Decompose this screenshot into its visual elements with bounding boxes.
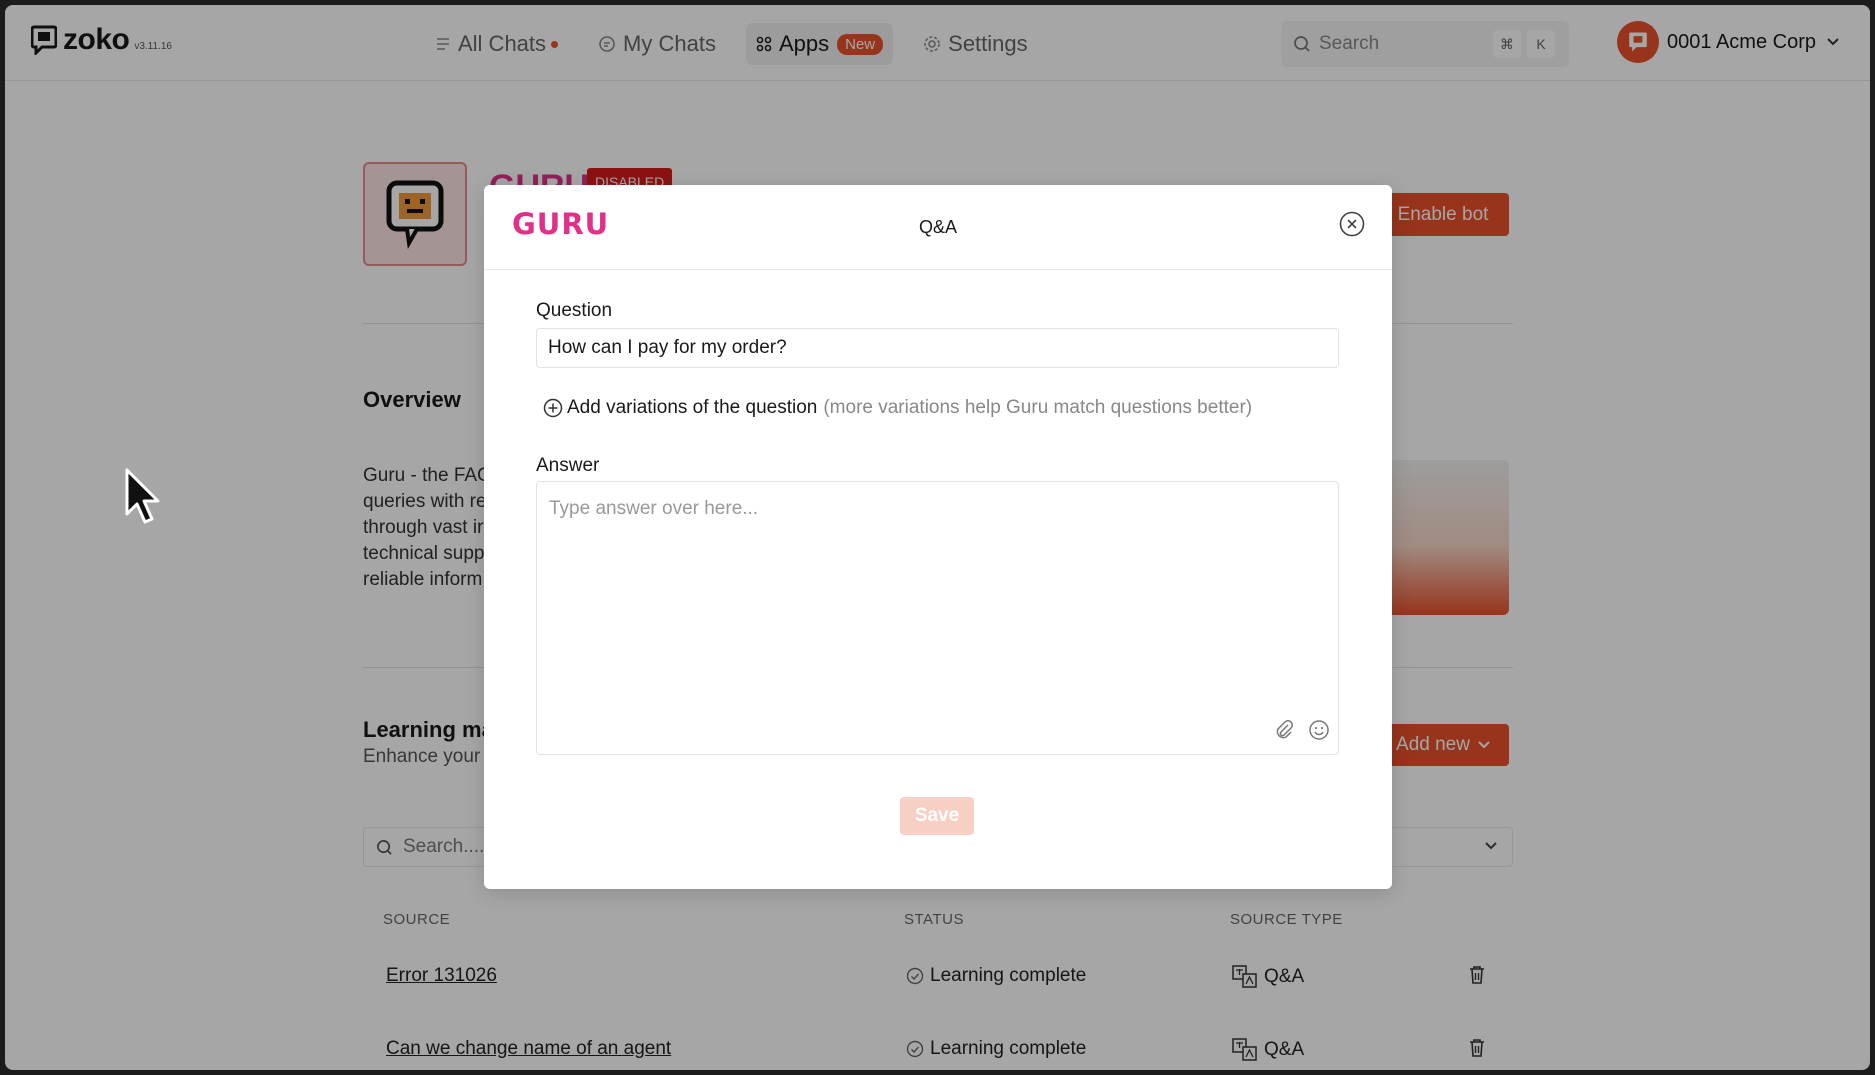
plus-circle-icon [543, 398, 563, 418]
answer-label: Answer [536, 455, 600, 476]
add-variations-button[interactable]: Add variations of the question (more var… [543, 397, 1252, 419]
modal-title: Q&A [918, 217, 957, 237]
close-icon[interactable] [1338, 210, 1366, 238]
question-input[interactable]: How can I pay for my order? [536, 328, 1339, 368]
question-value: How can I pay for my order? [548, 337, 787, 358]
attach-button[interactable] [1274, 719, 1294, 746]
modal-header: GURU Q&A [484, 185, 1392, 270]
paperclip-icon [1276, 720, 1293, 739]
add-variations-label: Add variations of the question [567, 397, 818, 418]
add-variations-hint: (more variations help Guru match questio… [823, 397, 1253, 418]
answer-toolbar [1260, 719, 1330, 746]
answer-textarea[interactable]: Type answer over here... [536, 481, 1339, 755]
save-button[interactable]: Save [900, 797, 974, 835]
emoji-icon [1309, 720, 1329, 740]
answer-placeholder: Type answer over here... [549, 498, 759, 519]
qa-modal: GURU Q&A Question How can I pay for my o… [484, 185, 1392, 889]
emoji-button[interactable] [1308, 719, 1330, 746]
mouse-cursor-icon [125, 468, 160, 524]
question-label: Question [536, 300, 613, 321]
